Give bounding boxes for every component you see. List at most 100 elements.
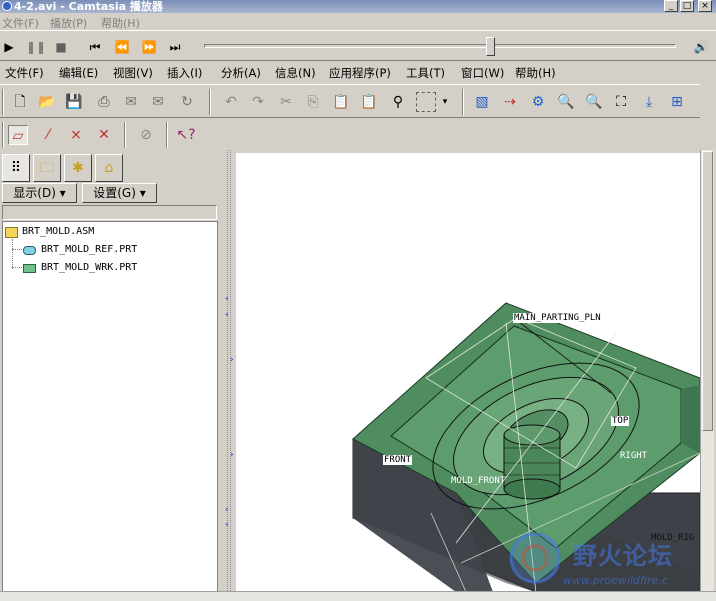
selection-box-icon[interactable]: [416, 92, 436, 112]
folder-browser-icon: 🗀: [40, 160, 54, 176]
tree-node-label: BRT_MOLD.ASM: [22, 226, 95, 237]
zoom-out-icon[interactable]: 🔍: [584, 92, 604, 112]
volume-icon[interactable]: 🔊: [692, 39, 710, 55]
refit-icon[interactable]: ⛶: [611, 92, 631, 112]
tab-model-tree[interactable]: ⠿: [2, 154, 30, 182]
expand-right-icon[interactable]: ›: [230, 355, 234, 365]
collapse-left-icon[interactable]: ‹: [225, 520, 229, 530]
paste-special-icon[interactable]: 📋: [359, 92, 379, 112]
print-icon[interactable]: ⎙: [94, 92, 114, 112]
menu-window[interactable]: 窗口(W): [461, 65, 504, 81]
menu-info[interactable]: 信息(N): [275, 65, 316, 81]
cut-icon[interactable]: ✂: [276, 92, 296, 112]
vertical-scrollbar[interactable]: [700, 150, 714, 593]
model-tree-panel: ⠿ 🗀 ✱ ⌂ 显示(D) ▾ 设置(G) ▾ BRT_MOLD.ASM BRT…: [0, 150, 222, 593]
datum-axes-icon[interactable]: ⁄: [38, 125, 58, 145]
window-title: 4-2.avi - Camtasia 播放器: [14, 0, 163, 13]
menu-file[interactable]: 文件(F): [5, 65, 44, 81]
spin-center-toggle-icon[interactable]: ⊘: [136, 125, 156, 145]
ref-part-icon: [23, 246, 36, 255]
workpiece-icon: [23, 264, 36, 273]
menu-help[interactable]: 帮助(H): [515, 65, 556, 81]
collapse-left-icon[interactable]: ‹: [225, 294, 229, 304]
collapse-left-icon[interactable]: ‹: [225, 505, 229, 515]
play-icon[interactable]: ▶: [2, 39, 16, 55]
seek-thumb[interactable]: [486, 37, 496, 56]
player-menu-help[interactable]: 帮助(H): [101, 15, 140, 31]
settings-dropdown[interactable]: 设置(G) ▾: [82, 183, 157, 203]
maximize-button[interactable]: □: [680, 0, 694, 12]
paste-icon[interactable]: 📋: [331, 92, 351, 112]
tab-favorites[interactable]: ✱: [64, 154, 92, 182]
redo-icon[interactable]: ↷: [248, 92, 268, 112]
menu-insert[interactable]: 插入(I): [167, 65, 202, 81]
player-menu-bar: 文件(F) 播放(P) 帮助(H): [0, 13, 716, 31]
copy-icon[interactable]: ⎘: [303, 92, 323, 112]
context-help-icon[interactable]: ↖?: [176, 125, 196, 145]
saved-views-icon[interactable]: ⊞: [667, 92, 687, 112]
display-dropdown[interactable]: 显示(D) ▾: [2, 183, 77, 203]
assembly-icon: [5, 227, 18, 238]
reorient-icon[interactable]: ⤓: [639, 92, 659, 112]
title-bar: 4-2.avi - Camtasia 播放器 _ □ ×: [0, 0, 716, 13]
orient-mode-icon[interactable]: ⚙: [528, 92, 548, 112]
mold-model-graphic: [352, 302, 700, 592]
send-mail-icon[interactable]: ✉: [121, 92, 141, 112]
datum-mold-front[interactable]: MOLD_FRONT: [450, 476, 506, 486]
watermark-title: 野火论坛: [573, 542, 673, 570]
minimize-button[interactable]: _: [664, 0, 678, 12]
tab-folder-browser[interactable]: 🗀: [33, 154, 61, 182]
selection-dropdown-icon[interactable]: ▾: [440, 92, 450, 112]
mail-attachment-icon[interactable]: ✉: [148, 92, 168, 112]
datum-points-icon[interactable]: ⨯: [66, 125, 86, 145]
open-folder-icon[interactable]: 📂: [37, 92, 57, 112]
fast-forward-icon[interactable]: ⏩: [140, 39, 158, 55]
connections-icon: ⌂: [104, 160, 114, 176]
datum-front[interactable]: FRONT: [383, 455, 413, 465]
forum-watermark: 野火论坛 www.proewildfire.c: [503, 528, 703, 592]
find-binoculars-icon[interactable]: ⚲: [388, 92, 408, 112]
menu-edit[interactable]: 编辑(E): [59, 65, 98, 81]
favorites-icon: ✱: [72, 160, 84, 176]
datum-toolbar: ▱ ⁄ ⨯ ✕ ⊘ ↖?: [0, 120, 240, 150]
player-menu-file[interactable]: 文件(F): [2, 15, 39, 31]
seek-track[interactable]: [204, 44, 676, 48]
close-button[interactable]: ×: [698, 0, 712, 12]
skip-end-icon[interactable]: ⏭: [166, 39, 184, 55]
vertical-scroll-thumb[interactable]: [702, 151, 713, 431]
spin-center-icon[interactable]: ⇢: [500, 92, 520, 112]
panel-splitter[interactable]: ‹ ‹ › › ‹ ‹: [222, 150, 236, 593]
tree-node-label: BRT_MOLD_REF.PRT: [41, 244, 138, 255]
datum-planes-icon[interactable]: ▱: [8, 125, 28, 145]
expand-right-icon[interactable]: ›: [230, 450, 234, 460]
datum-top[interactable]: TOP: [611, 416, 630, 426]
skip-start-icon[interactable]: ⏮: [86, 39, 104, 55]
zoom-in-icon[interactable]: 🔍: [556, 92, 576, 112]
stop-icon[interactable]: ■: [53, 39, 69, 55]
coordinate-systems-icon[interactable]: ✕: [94, 125, 114, 145]
model-tree: BRT_MOLD.ASM BRT_MOLD_REF.PRT BRT_MOLD_W…: [2, 221, 218, 593]
menu-analysis[interactable]: 分析(A): [221, 65, 261, 81]
graphics-viewport[interactable]: MAIN_PARTING_PLN TOP FRONT RIGHT MOLD_FR…: [236, 153, 700, 592]
pause-icon[interactable]: ❚❚: [26, 39, 46, 55]
repaint-icon[interactable]: ▧: [472, 92, 492, 112]
menu-view[interactable]: 视图(V): [113, 65, 153, 81]
watermark-url: www.proewildfire.c: [563, 574, 668, 587]
collapse-left-icon[interactable]: ‹: [225, 310, 229, 320]
regenerate-icon[interactable]: ↻: [177, 92, 197, 112]
player-menu-play[interactable]: 播放(P): [50, 15, 87, 31]
save-icon[interactable]: 💾: [64, 92, 84, 112]
datum-main-parting-plane[interactable]: MAIN_PARTING_PLN: [513, 313, 602, 323]
tree-search-field[interactable]: [2, 205, 217, 220]
undo-icon[interactable]: ↶: [221, 92, 241, 112]
watermark-logo-icon: [509, 532, 561, 584]
horizontal-scrollbar[interactable]: [0, 591, 716, 601]
main-toolbar: 🗋 📂 💾 ⎙ ✉ ✉ ↻ ↶ ↷ ✂ ⎘ 📋 📋 ⚲ ▾ ▧ ⇢ ⚙ 🔍 🔍 …: [0, 84, 700, 118]
tab-connections[interactable]: ⌂: [95, 154, 123, 182]
new-file-icon[interactable]: 🗋: [10, 92, 30, 112]
menu-applications[interactable]: 应用程序(P): [329, 65, 391, 81]
camtasia-app-icon: [2, 1, 12, 11]
menu-tools[interactable]: 工具(T): [406, 65, 445, 81]
datum-right[interactable]: RIGHT: [619, 451, 648, 461]
rewind-icon[interactable]: ⏪: [113, 39, 131, 55]
